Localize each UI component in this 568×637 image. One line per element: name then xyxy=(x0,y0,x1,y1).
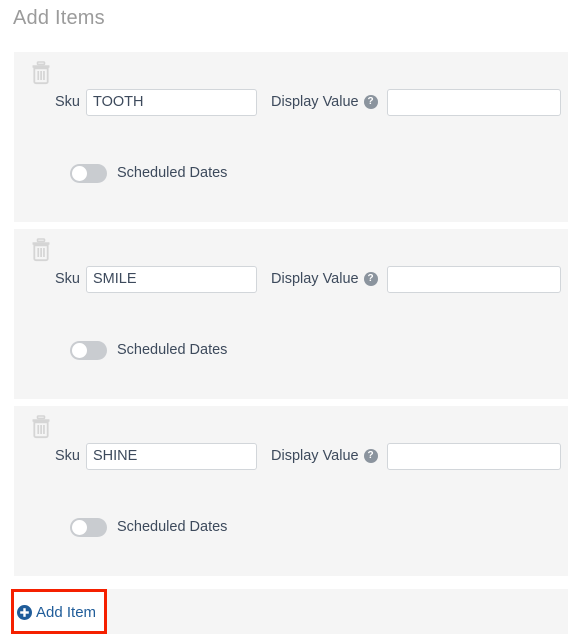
sku-label: Sku xyxy=(55,271,80,287)
display-value-label: Display Value xyxy=(271,94,359,110)
plus-circle-icon xyxy=(17,604,32,620)
scheduled-dates-label: Scheduled Dates xyxy=(117,342,228,358)
add-item-button[interactable]: Add Item xyxy=(17,601,96,623)
help-circle-icon[interactable]: ? xyxy=(363,95,378,109)
display-value-input[interactable] xyxy=(386,88,561,116)
sku-label: Sku xyxy=(55,448,80,464)
sku-label: Sku xyxy=(55,94,80,110)
add-item-label: Add Item xyxy=(36,603,97,621)
page-title: Add Items xyxy=(13,7,105,29)
scheduled-dates-toggle[interactable] xyxy=(70,340,107,360)
item-card: Sku Display Value ? Scheduled Dates xyxy=(14,52,568,222)
sku-input[interactable] xyxy=(86,88,257,116)
toggle-knob xyxy=(72,342,87,358)
item-card: Sku Display Value ? Scheduled Dates xyxy=(14,406,568,576)
add-items-page: Add Items Sku Display Value ? xyxy=(0,0,568,637)
scheduled-dates-label: Scheduled Dates xyxy=(117,519,228,535)
sku-input[interactable] xyxy=(86,442,257,470)
delete-item-button[interactable] xyxy=(30,415,52,439)
display-value-input[interactable] xyxy=(386,265,561,293)
help-circle-icon[interactable]: ? xyxy=(363,272,378,286)
display-value-input[interactable] xyxy=(386,442,561,470)
toggle-knob xyxy=(72,519,87,535)
sku-input[interactable] xyxy=(86,265,257,293)
scheduled-dates-row: Scheduled Dates xyxy=(14,339,227,361)
scheduled-dates-row: Scheduled Dates xyxy=(14,162,227,184)
scheduled-dates-toggle[interactable] xyxy=(70,517,107,537)
trash-icon xyxy=(32,61,50,85)
help-circle-icon[interactable]: ? xyxy=(363,449,378,463)
item-card: Sku Display Value ? Scheduled Dates xyxy=(14,229,568,399)
item-fields-row: Sku Display Value ? xyxy=(14,265,568,293)
trash-icon xyxy=(32,415,50,439)
scheduled-dates-label: Scheduled Dates xyxy=(117,165,228,181)
delete-item-button[interactable] xyxy=(30,61,52,85)
items-list: Sku Display Value ? Scheduled Dates xyxy=(14,52,568,583)
scheduled-dates-toggle[interactable] xyxy=(70,163,107,183)
item-fields-row: Sku Display Value ? xyxy=(14,88,568,116)
delete-item-button[interactable] xyxy=(30,238,52,262)
trash-icon xyxy=(32,238,50,262)
toggle-knob xyxy=(72,165,87,181)
scheduled-dates-row: Scheduled Dates xyxy=(14,516,227,538)
item-fields-row: Sku Display Value ? xyxy=(14,442,568,470)
display-value-label: Display Value xyxy=(271,271,359,287)
display-value-label: Display Value xyxy=(271,448,359,464)
